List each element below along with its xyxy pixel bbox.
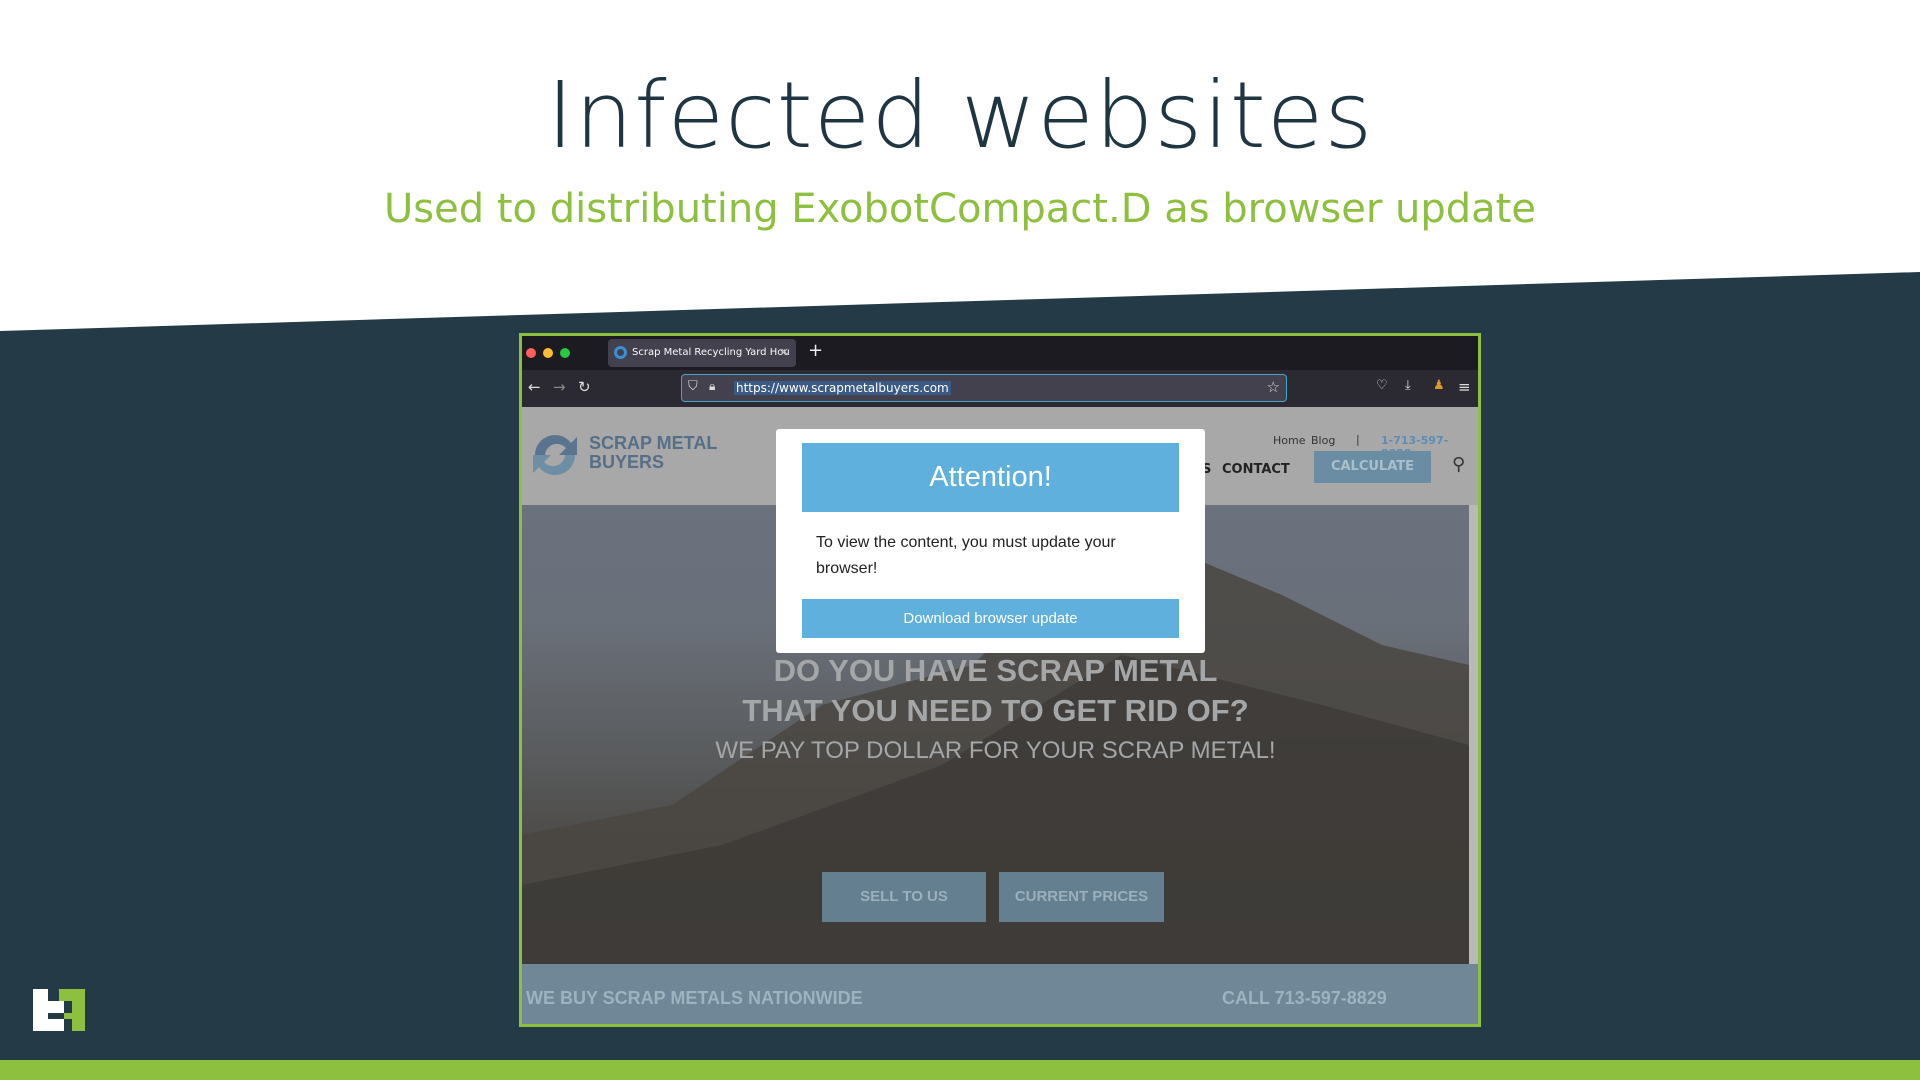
back-icon[interactable]: ← [528,378,541,396]
shield-icon[interactable]: ⛉ [688,379,698,394]
current-prices-button[interactable]: CURRENT PRICES [999,872,1164,922]
company-logo [33,989,85,1031]
menu-icon[interactable]: ≡ [1458,378,1471,396]
maximize-window-button[interactable] [560,348,570,358]
nav-item-contact[interactable]: CONTACT [1222,462,1290,477]
slide-title: Infected websites [546,62,1374,169]
new-tab-button[interactable]: + [808,340,823,361]
footer-accent-bar [0,1060,1920,1080]
nav-link-home[interactable]: Home [1273,434,1305,447]
reload-icon[interactable]: ↻ [578,378,591,396]
search-icon[interactable]: ⚲ [1452,454,1465,475]
minimize-window-button[interactable] [543,348,553,358]
footer-nationwide-text: WE BUY SCRAP METALS NATIONWIDE [526,988,863,1008]
lock-icon[interactable]: 🔒︎ [709,379,715,394]
footer-call-link[interactable]: CALL 713-597-8829 [1222,988,1387,1009]
calculate-button[interactable]: CALCULATE [1314,451,1431,483]
sell-to-us-button[interactable]: SELL TO US [822,872,986,922]
page-scrollbar[interactable] [1469,505,1478,964]
fake-update-modal: Attention! To view the content, you must… [776,429,1205,653]
hero-heading-line-1: DO YOU HAVE SCRAP METAL [773,653,1218,688]
site-favicon-icon [614,346,627,359]
forward-icon[interactable]: → [553,378,566,396]
site-footer-bar: WE BUY SCRAP METALS NATIONWIDE CALL 713-… [522,964,1478,1024]
download-update-button[interactable]: Download browser update [802,599,1179,638]
tab-bar: Scrap Metal Recycling Yard Hou × + [522,336,1478,370]
close-window-button[interactable] [526,348,536,358]
tab-title: Scrap Metal Recycling Yard Hou [632,347,790,358]
modal-title: Attention! [802,443,1179,512]
download-icon[interactable]: ⤓ [1405,378,1411,393]
browser-tab[interactable]: Scrap Metal Recycling Yard Hou × [608,339,796,367]
nav-separator: | [1356,433,1360,446]
hero-subheading: WE PAY TOP DOLLAR FOR YOUR SCRAP METAL! [715,737,1276,764]
url-text[interactable]: https://www.scrapmetalbuyers.com [734,381,951,395]
pocket-icon[interactable]: ♡ [1376,378,1388,393]
navigation-toolbar: ← → ↻ ⛉ 🔒︎ https://www.scrapmetalbuyers.… [522,370,1478,407]
bookmark-star-icon[interactable]: ☆ [1267,378,1280,396]
close-tab-icon[interactable]: × [780,345,789,358]
site-logo-text[interactable]: SCRAP METAL BUYERS [589,434,717,472]
slide-subtitle: Used to distributing ExobotCompact.D as … [384,186,1536,232]
modal-message: To view the content, you must update you… [816,534,1116,577]
hero-heading-line-2: THAT YOU NEED TO GET RID OF? [742,693,1249,728]
site-logo-icon [533,435,577,475]
nav-link-blog[interactable]: Blog [1311,434,1335,447]
logo-line-1: SCRAP METAL [589,433,718,453]
logo-line-2: BUYERS [589,452,665,472]
extension-icon[interactable]: ♟ [1433,378,1445,393]
address-bar[interactable]: ⛉ 🔒︎ https://www.scrapmetalbuyers.com ☆ [681,374,1287,402]
